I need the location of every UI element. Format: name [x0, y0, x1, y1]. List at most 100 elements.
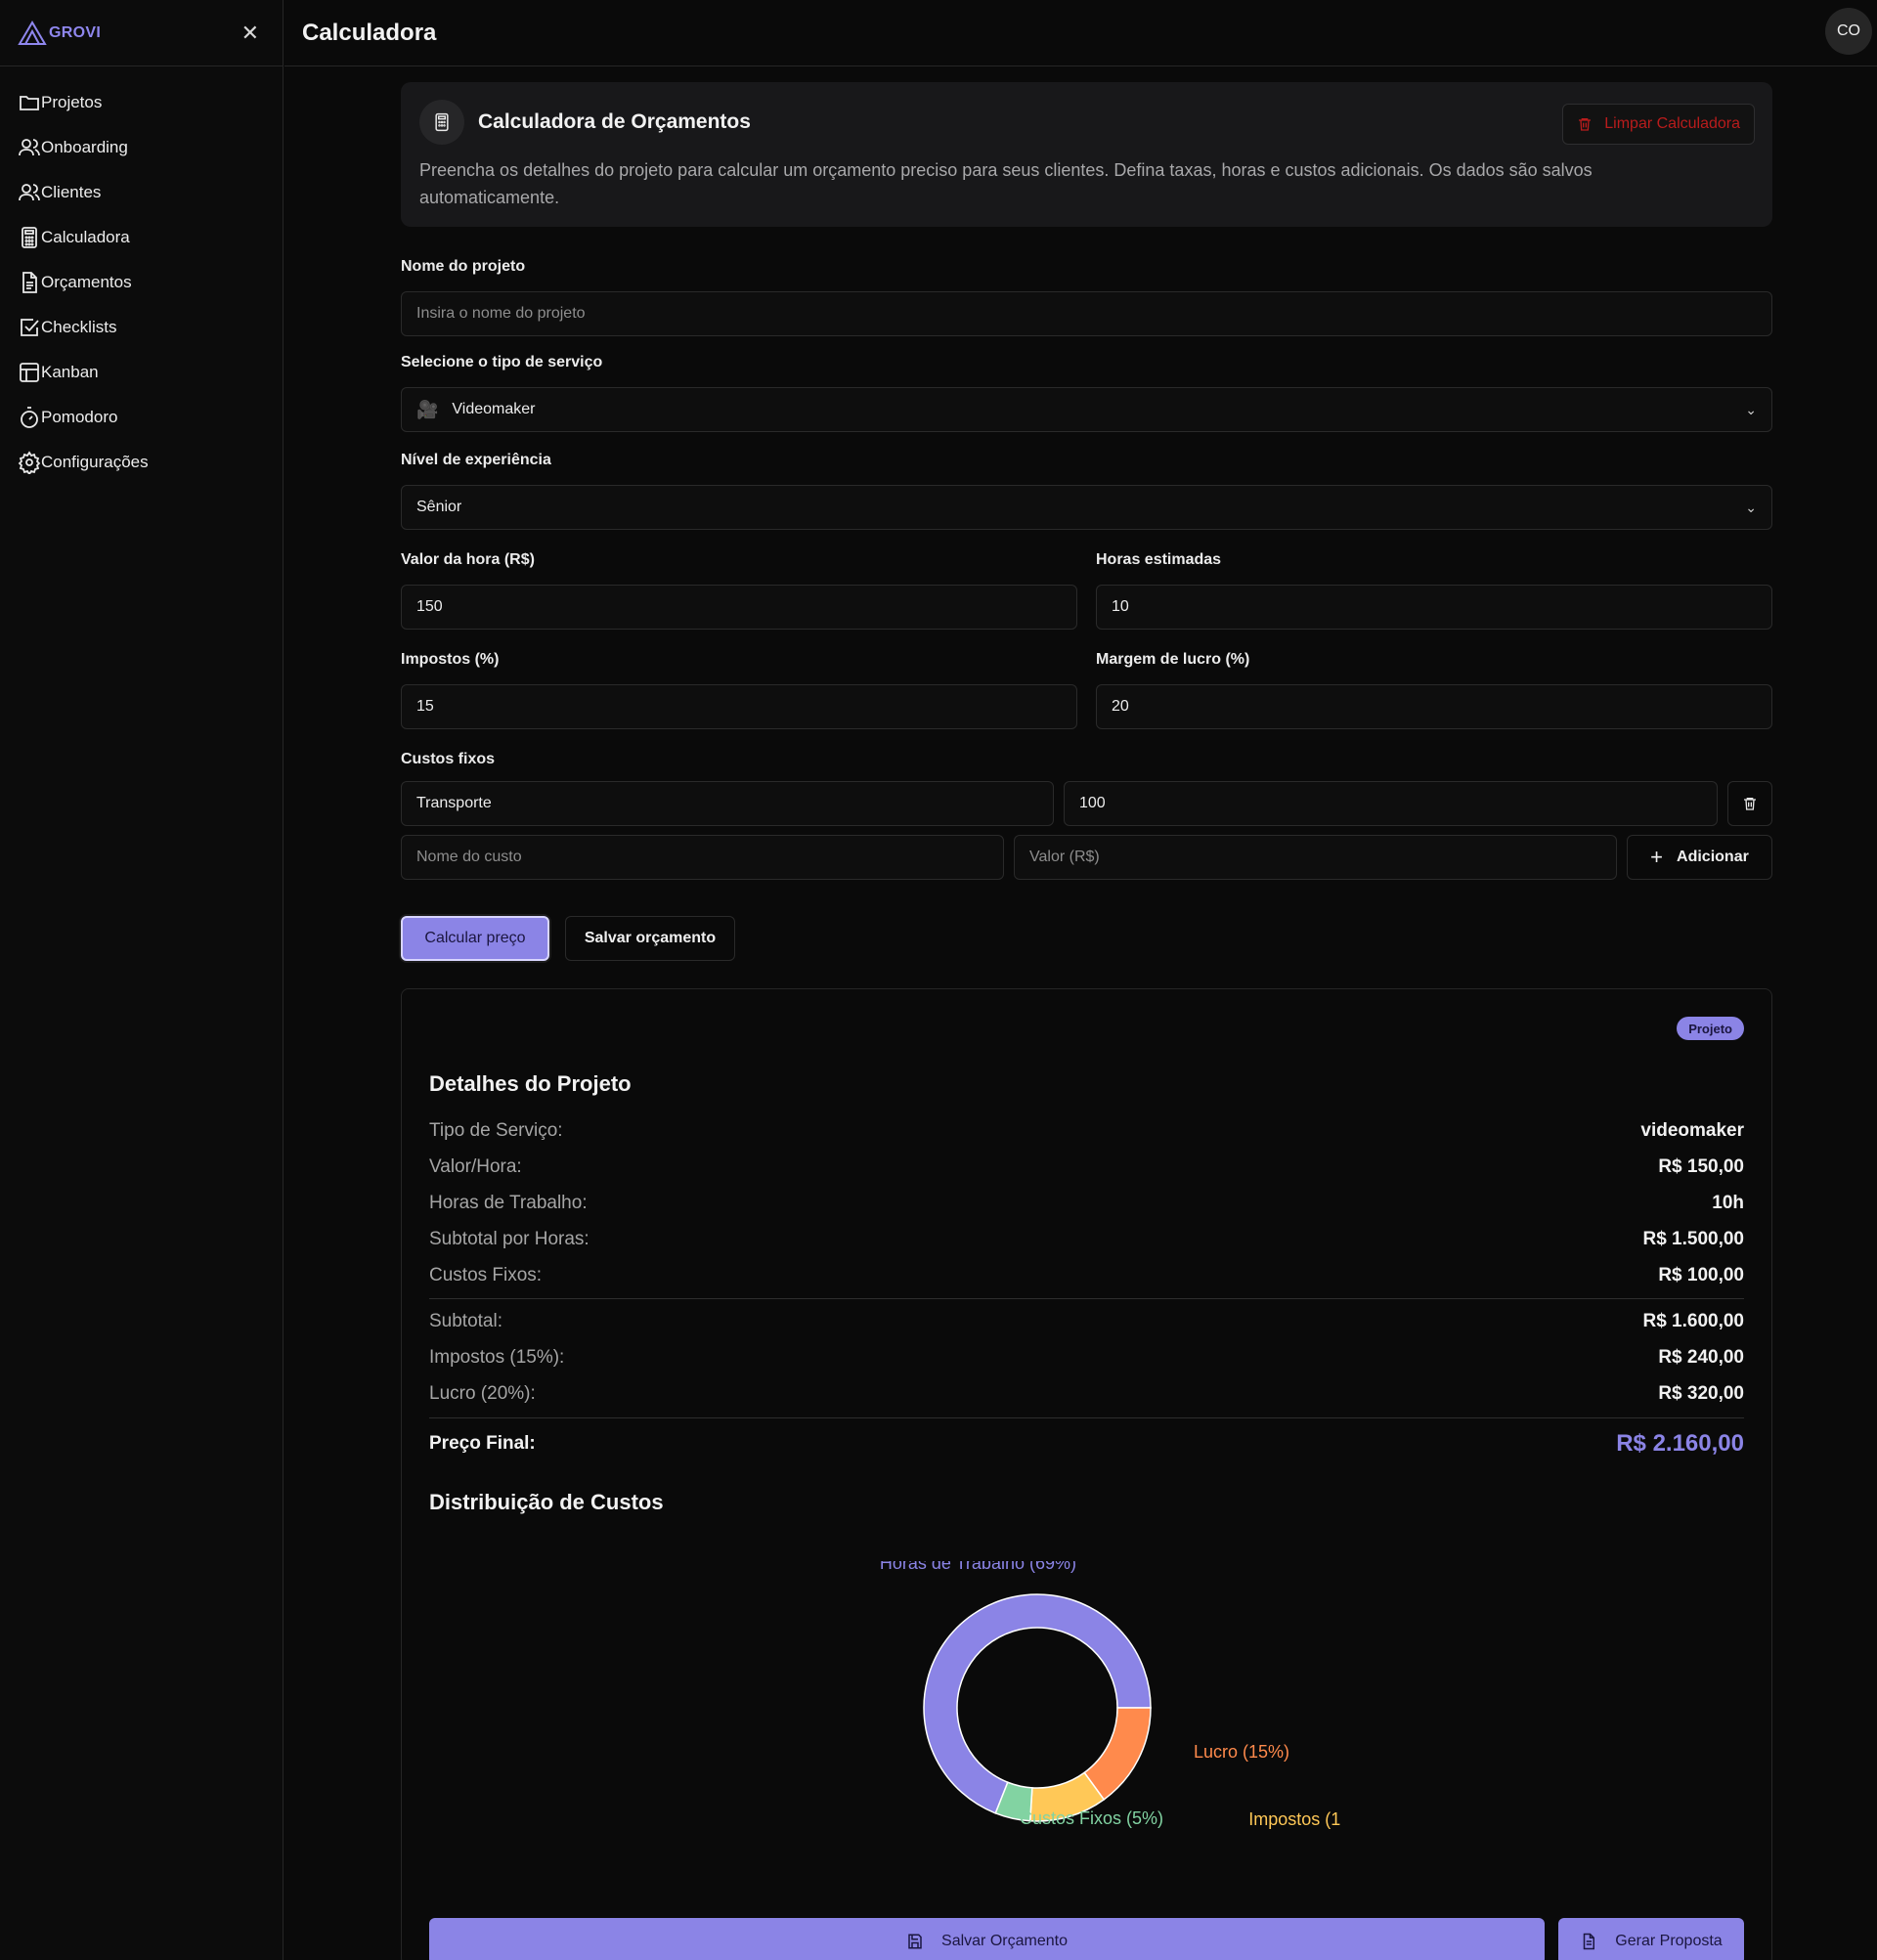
sidebar-item-configuracoes[interactable]: Configurações — [0, 440, 283, 485]
file-text-icon — [1584, 1933, 1595, 1950]
fixed-cost-value-input[interactable]: 100 — [1064, 781, 1718, 826]
experience-value: Sênior — [416, 499, 462, 515]
save-budget-bottom-button[interactable]: Salvar Orçamento — [429, 1918, 1545, 1960]
video-camera-icon: 🎥 — [416, 399, 439, 419]
distribution-title: Distribuição de Custos — [429, 1490, 664, 1514]
hour-rate-label: Valor da hora (R$) — [401, 551, 535, 568]
sidebar-item-clientes[interactable]: Clientes — [0, 170, 283, 215]
intro-card: Calculadora de Orçamentos Limpar Calcula… — [401, 82, 1772, 227]
final-price-row: Preço Final: R$ 2.160,00 — [429, 1430, 1744, 1458]
final-price-label: Preço Final: — [429, 1433, 536, 1454]
generate-proposal-button[interactable]: Gerar Proposta — [1558, 1918, 1744, 1960]
sidebar-item-label: Pomodoro — [41, 408, 118, 426]
sidebar-item-label: Calculadora — [41, 228, 130, 246]
service-type-select[interactable]: 🎥 Videomaker ⌄ — [401, 387, 1772, 432]
calculator-icon — [22, 227, 37, 248]
logo-text: GROVI — [49, 23, 102, 41]
gear-icon — [18, 451, 41, 474]
sidebar-item-kanban[interactable]: Kanban — [0, 350, 283, 395]
new-cost-name-input[interactable]: Nome do custo — [401, 835, 1004, 880]
sidebar-nav: Projetos Onboarding Clientes Calculadora… — [0, 66, 283, 485]
add-cost-button[interactable]: + Adicionar — [1627, 835, 1772, 880]
result-card: Projeto Detalhes do Projeto Tipo de Serv… — [401, 988, 1772, 1960]
chevron-down-icon: ⌄ — [1745, 401, 1757, 417]
sidebar-item-label: Projetos — [41, 93, 103, 111]
sidebar-item-onboarding[interactable]: Onboarding — [0, 125, 283, 170]
fixed-cost-name-input[interactable]: Transporte — [401, 781, 1054, 826]
hours-label: Horas estimadas — [1096, 551, 1222, 568]
hours-input[interactable]: 10 — [1096, 585, 1772, 630]
detail-row: Horas de Trabalho: 10h — [429, 1193, 1744, 1213]
sidebar-item-label: Clientes — [41, 183, 102, 201]
sidebar-item-projetos[interactable]: Projetos — [0, 80, 283, 125]
detail-row: Valor/Hora: R$ 150,00 — [429, 1156, 1744, 1177]
slice-label: Impostos (11%) — [1248, 1809, 1340, 1829]
sidebar-item-checklists[interactable]: Checklists — [0, 305, 283, 350]
tax-label: Impostos (%) — [401, 651, 500, 668]
slice-label: Lucro (15%) — [1194, 1742, 1289, 1762]
avatar[interactable]: CO — [1825, 8, 1872, 55]
service-type-value: Videomaker — [452, 401, 536, 417]
fixed-costs-label: Custos fixos — [401, 751, 496, 767]
detail-row: Custos Fixos: R$ 100,00 — [429, 1265, 1744, 1285]
detail-row: Tipo de Serviço: videomaker — [429, 1120, 1744, 1141]
sidebar-item-pomodoro[interactable]: Pomodoro — [0, 395, 283, 440]
trash-icon — [1744, 798, 1756, 810]
trash-icon — [1579, 118, 1592, 131]
project-name-label: Nome do projeto — [401, 258, 526, 275]
add-cost-label: Adicionar — [1677, 849, 1749, 865]
main-content: Calculadora de Orçamentos Limpar Calcula… — [401, 82, 1772, 1960]
sidebar-item-label: Kanban — [41, 363, 99, 381]
tax-input[interactable]: 15 — [401, 684, 1077, 729]
sidebar-item-calculadora[interactable]: Calculadora — [0, 215, 283, 260]
delete-cost-button[interactable] — [1727, 781, 1772, 826]
logo[interactable]: GROVI — [18, 20, 102, 46]
sidebar-item-label: Configurações — [41, 453, 149, 471]
logo-icon — [18, 20, 47, 45]
file-text-icon — [22, 272, 37, 293]
project-name-input[interactable]: Insira o nome do projeto — [401, 291, 1772, 336]
sidebar-item-label: Checklists — [41, 318, 117, 336]
detail-row: Subtotal por Horas: R$ 1.500,00 — [429, 1229, 1744, 1249]
clear-calculator-button[interactable]: Limpar Calculadora — [1562, 104, 1755, 145]
intro-title: Calculadora de Orçamentos — [478, 110, 751, 133]
margin-input[interactable]: 20 — [1096, 684, 1772, 729]
hour-rate-input[interactable]: 150 — [401, 585, 1077, 630]
save-budget-bottom-label: Salvar Orçamento — [941, 1933, 1068, 1949]
clear-calculator-label: Limpar Calculadora — [1604, 115, 1740, 132]
top-bar: Calculadora CO — [284, 0, 1877, 66]
intro-description: Preencha os detalhes do projeto para cal… — [419, 160, 1593, 207]
timer-icon — [21, 407, 38, 428]
margin-label: Margem de lucro (%) — [1096, 651, 1250, 668]
divider — [429, 1298, 1744, 1299]
page-title: Calculadora — [302, 19, 437, 46]
save-budget-button[interactable]: Salvar orçamento — [565, 916, 735, 961]
experience-select[interactable]: Sênior ⌄ — [401, 485, 1772, 530]
detail-row: Impostos (15%): R$ 240,00 — [429, 1347, 1744, 1368]
new-cost-value-input[interactable]: Valor (R$) — [1014, 835, 1617, 880]
plus-icon: + — [1650, 845, 1664, 869]
check-square-icon — [21, 319, 39, 336]
divider — [429, 1417, 1744, 1418]
save-icon — [908, 1934, 922, 1949]
sidebar-item-label: Onboarding — [41, 138, 128, 156]
details-title: Detalhes do Projeto — [429, 1071, 632, 1096]
chevron-down-icon: ⌄ — [1745, 499, 1757, 515]
sidebar-item-label: Orçamentos — [41, 273, 132, 291]
experience-label: Nível de experiência — [401, 452, 551, 468]
users-icon — [19, 139, 40, 156]
sidebar-item-orcamentos[interactable]: Orçamentos — [0, 260, 283, 305]
final-price-value: R$ 2.160,00 — [1616, 1430, 1744, 1457]
slice-label: Custos Fixos (5%) — [1020, 1808, 1163, 1828]
slice-label: Horas de Trabalho (69%) — [880, 1561, 1076, 1573]
cost-distribution-chart: Horas de Trabalho (69%) Lucro (15%) Impost… — [880, 1561, 1340, 1829]
folder-icon — [20, 96, 39, 110]
calculate-price-button[interactable]: Calcular preço — [401, 916, 549, 961]
close-sidebar-icon[interactable]: ✕ — [241, 21, 259, 46]
service-type-label: Selecione o tipo de serviço — [401, 354, 603, 370]
detail-row: Lucro (20%): R$ 320,00 — [429, 1383, 1744, 1404]
generate-proposal-label: Gerar Proposta — [1615, 1933, 1723, 1949]
sidebar: GROVI ✕ Projetos Onboarding Clientes Cal… — [0, 0, 284, 1960]
detail-row: Subtotal: R$ 1.600,00 — [429, 1311, 1744, 1331]
users-icon — [19, 184, 40, 201]
